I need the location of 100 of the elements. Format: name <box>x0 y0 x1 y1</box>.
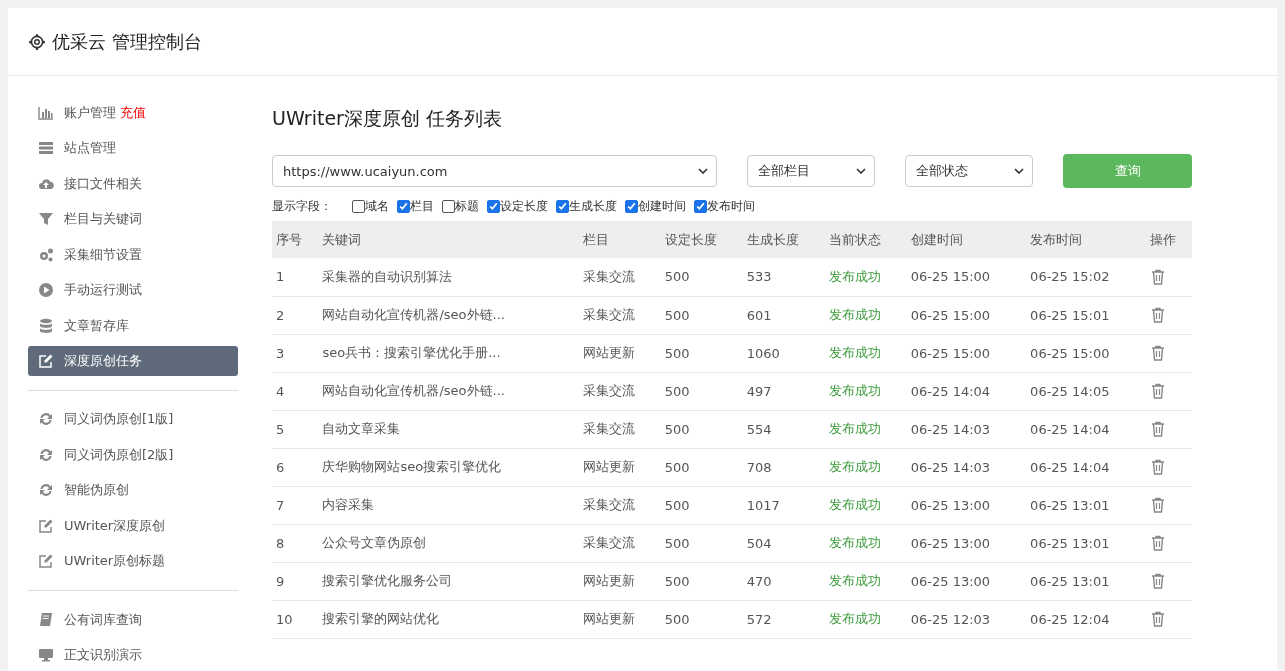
status-dropdown[interactable]: 全部状态 <box>905 155 1033 187</box>
table-cell: 网站更新 <box>578 600 661 638</box>
sidebar-item[interactable]: UWriter深度原创 <box>28 511 238 541</box>
table-cell: 庆华购物网站seo搜索引擎优化 <box>318 448 579 486</box>
table-cell: 500 <box>660 524 743 562</box>
delete-icon[interactable] <box>1149 611 1166 627</box>
table-cell: 3 <box>272 334 319 372</box>
status-text: 发布成功 <box>824 600 907 638</box>
table-cell: 06-25 13:00 <box>906 486 1027 524</box>
checkmark-icon <box>488 201 499 212</box>
table-cell: 500 <box>660 258 743 296</box>
table-cell: 采集交流 <box>578 258 661 296</box>
sidebar-item[interactable]: 公有词库查询 <box>28 605 238 635</box>
play-icon <box>38 282 54 299</box>
table-cell: 06-25 14:05 <box>1026 372 1146 410</box>
filter-icon <box>38 211 54 228</box>
recharge-link[interactable]: 充值 <box>120 103 146 122</box>
site-dropdown[interactable]: https://www.ucaiyun.com <box>272 155 717 187</box>
sidebar-item[interactable]: 深度原创任务 <box>28 346 238 376</box>
delete-icon[interactable] <box>1149 268 1166 285</box>
sidebar-item[interactable]: 文章暂存库 <box>28 310 238 341</box>
field-checkbox[interactable]: 设定长度 <box>487 198 548 215</box>
table-cell: 采集交流 <box>578 524 661 562</box>
delete-icon[interactable] <box>1149 345 1166 361</box>
table-cell: 采集交流 <box>578 410 661 448</box>
column-header: 设定长度 <box>660 221 743 258</box>
status-text: 发布成功 <box>824 486 907 524</box>
refresh-icon <box>38 482 54 499</box>
table-cell: 06-25 14:04 <box>906 372 1027 410</box>
table-cell: 9 <box>272 562 319 600</box>
sidebar-item[interactable]: 站点管理 <box>28 133 238 163</box>
field-checkbox[interactable]: 创建时间 <box>625 198 686 215</box>
table-cell: 网站更新 <box>578 334 661 372</box>
field-checkbox[interactable]: 域名 <box>352 198 389 215</box>
table-cell: 06-25 13:00 <box>906 524 1027 562</box>
table-cell: 06-25 14:03 <box>906 410 1027 448</box>
sidebar-item[interactable]: UWriter原创标题 <box>28 546 238 577</box>
table-cell: 572 <box>742 600 825 638</box>
edit-icon <box>38 553 54 570</box>
delete-icon[interactable] <box>1149 573 1166 589</box>
chart-icon <box>38 104 54 121</box>
checkmark-icon <box>398 201 409 212</box>
table-cell: 2 <box>272 296 319 334</box>
sidebar-item[interactable]: 智能伪原创 <box>28 475 238 506</box>
sidebar-item[interactable]: 采集细节设置 <box>28 239 238 270</box>
delete-icon[interactable] <box>1149 459 1166 475</box>
table-cell: 采集器的自动识别算法 <box>318 258 579 296</box>
field-checkbox[interactable]: 发布时间 <box>694 198 755 215</box>
delete-icon[interactable] <box>1149 535 1166 551</box>
checkmark-icon <box>695 201 706 212</box>
edit-icon <box>38 517 54 534</box>
refresh-icon <box>38 446 54 463</box>
table-cell: 06-25 12:04 <box>1026 600 1146 638</box>
table-cell: 06-25 15:00 <box>906 334 1027 372</box>
table-cell: 6 <box>272 448 319 486</box>
table-cell: 601 <box>742 296 825 334</box>
caret-icon <box>856 168 866 174</box>
database-icon <box>38 317 54 334</box>
table-cell: 06-25 14:04 <box>1026 410 1146 448</box>
table-cell: 采集交流 <box>578 296 661 334</box>
column-header: 序号 <box>272 221 319 258</box>
column-dropdown[interactable]: 全部栏目 <box>747 155 875 187</box>
sidebar-item[interactable]: 手动运行测试 <box>28 275 238 305</box>
column-header: 关键词 <box>318 221 579 258</box>
status-text: 发布成功 <box>824 296 907 334</box>
table-cell: 06-25 14:03 <box>906 448 1027 486</box>
table-cell: seo兵书：搜索引擎优化手册... <box>318 334 579 372</box>
sidebar-item[interactable]: 正文识别演示 <box>28 640 238 671</box>
column-header: 生成长度 <box>742 221 825 258</box>
fields-label: 显示字段： <box>272 198 332 215</box>
monitor-icon <box>38 647 54 664</box>
delete-icon[interactable] <box>1149 421 1166 437</box>
table-cell: 1 <box>272 258 319 296</box>
table-cell: 网站自动化宣传机器/seo外链... <box>318 372 579 410</box>
table-cell: 7 <box>272 486 319 524</box>
checkmark-icon <box>557 201 568 212</box>
field-checkbox[interactable]: 生成长度 <box>556 198 617 215</box>
table-cell: 06-25 14:04 <box>1026 448 1146 486</box>
sidebar-item[interactable]: 栏目与关键词 <box>28 204 238 234</box>
delete-icon[interactable] <box>1149 383 1166 399</box>
sidebar-item[interactable]: 同义词伪原创[1版] <box>28 404 238 435</box>
field-checkbox[interactable]: 栏目 <box>397 198 434 215</box>
column-header: 操作 <box>1145 221 1192 258</box>
field-checkbox[interactable]: 标题 <box>442 198 479 215</box>
delete-icon[interactable] <box>1149 307 1166 323</box>
table-cell: 搜索引擎的网站优化 <box>318 600 579 638</box>
table-cell: 06-25 15:00 <box>906 296 1027 334</box>
table-cell: 06-25 13:01 <box>1026 562 1146 600</box>
table-cell: 500 <box>660 334 743 372</box>
page-title: UWriter深度原创 任务列表 <box>272 106 503 131</box>
table-cell: 554 <box>742 410 825 448</box>
column-header: 当前状态 <box>824 221 907 258</box>
sidebar-item[interactable]: 接口文件相关 <box>28 168 238 199</box>
column-header: 创建时间 <box>906 221 1027 258</box>
sidebar-item[interactable]: 同义词伪原创[2版] <box>28 440 238 470</box>
sidebar-item[interactable]: 账户管理 充值 <box>28 98 238 128</box>
status-text: 发布成功 <box>824 448 907 486</box>
delete-icon[interactable] <box>1149 497 1166 513</box>
table-cell: 500 <box>660 562 743 600</box>
table-cell: 采集交流 <box>578 372 661 410</box>
